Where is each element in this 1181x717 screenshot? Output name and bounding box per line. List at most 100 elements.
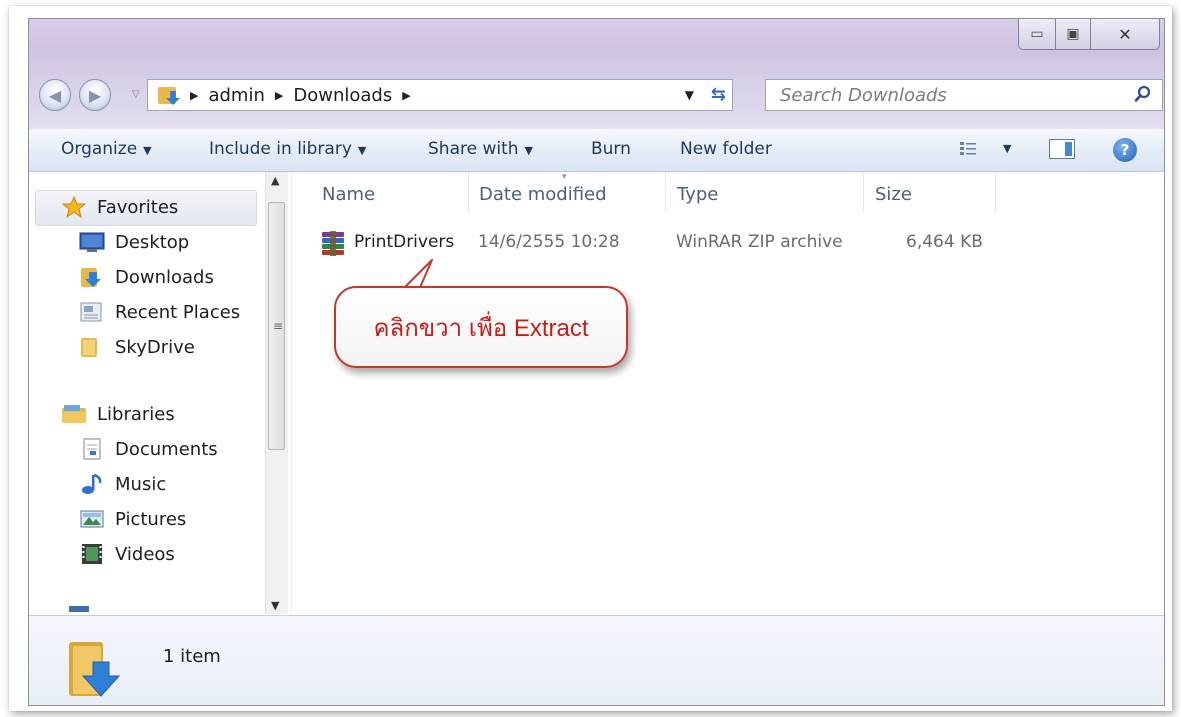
nav-downloads-label: Downloads xyxy=(115,266,214,288)
column-header-size[interactable]: Size xyxy=(875,184,912,205)
callout-text: คลิกขวา เพื่อ Extract xyxy=(373,314,589,342)
instruction-callout: คลิกขวา เพื่อ Extract xyxy=(334,286,628,368)
folder-icon xyxy=(81,338,97,357)
search-box[interactable] xyxy=(765,79,1163,111)
file-date-modified: 14/6/2555 10:28 xyxy=(478,232,620,252)
navigation-pane: Favorites Desktop Downloads Recent Place… xyxy=(29,172,291,614)
chevron-down-icon: ▼ xyxy=(143,144,152,157)
close-button[interactable]: ✕ xyxy=(1091,19,1160,50)
new-folder-button[interactable]: New folder xyxy=(680,139,772,159)
downloads-folder-icon xyxy=(81,268,101,287)
desktop-icon xyxy=(79,232,105,252)
change-view-icon[interactable] xyxy=(959,141,977,157)
nav-skydrive[interactable]: SkyDrive xyxy=(79,336,195,358)
column-divider[interactable] xyxy=(665,172,666,212)
back-button[interactable]: ◀ xyxy=(39,79,71,111)
nav-pictures-label: Pictures xyxy=(115,508,187,530)
column-header-type[interactable]: Type xyxy=(677,184,718,205)
refresh-icon[interactable]: ⇆ xyxy=(711,84,726,105)
maximize-icon: ▣ xyxy=(1066,26,1080,42)
downloads-folder-icon xyxy=(69,642,121,697)
star-icon xyxy=(61,196,87,218)
column-header-name[interactable]: Name xyxy=(322,184,375,205)
title-bar: ▭ ▣ ✕ ◀ ▶ ▽ ▶ admin ▶ Downloads ▶ ▼ ⇆ Se… xyxy=(29,19,1164,129)
caption-buttons: ▭ ▣ ✕ xyxy=(1018,19,1160,51)
nav-videos-label: Videos xyxy=(115,543,175,565)
preview-pane-icon[interactable] xyxy=(1049,139,1075,159)
include-in-library-label: Include in library xyxy=(209,139,352,159)
nav-recent-places[interactable]: Recent Places xyxy=(79,301,240,323)
chevron-down-icon: ▼ xyxy=(357,144,367,157)
file-type: WinRAR ZIP archive xyxy=(676,232,843,252)
address-bar[interactable]: ▶ admin ▶ Downloads ▶ ▼ ⇆ xyxy=(147,79,733,111)
nav-downloads[interactable]: Downloads xyxy=(79,266,214,288)
column-header-date-modified[interactable]: Date modified xyxy=(479,184,607,205)
documents-icon xyxy=(83,438,101,460)
scrollbar-thumb[interactable]: ≡ xyxy=(268,202,285,450)
nav-libraries-label: Libraries xyxy=(97,403,175,425)
command-bar: Organize ▼ Include in library ▼ Share with… xyxy=(29,129,1164,172)
minimize-icon: ▭ xyxy=(1030,26,1044,42)
help-icon[interactable]: ? xyxy=(1113,138,1137,162)
libraries-icon xyxy=(62,405,86,423)
search-input[interactable] xyxy=(778,83,1122,107)
nav-recent-places-label: Recent Places xyxy=(115,301,241,323)
column-divider[interactable] xyxy=(863,172,864,212)
maximize-button[interactable]: ▣ xyxy=(1056,19,1091,50)
file-size: 6,464 KB xyxy=(906,232,983,252)
computer-icon-partial xyxy=(69,606,89,612)
chevron-down-icon: ▼ xyxy=(524,144,533,157)
forward-button[interactable]: ▶ xyxy=(79,79,111,111)
nav-documents-label: Documents xyxy=(115,438,218,460)
nav-skydrive-label: SkyDrive xyxy=(115,336,195,358)
grip-icon: ≡ xyxy=(273,319,284,333)
include-in-library-button[interactable]: Include in library ▼ xyxy=(209,139,366,159)
burn-label: Burn xyxy=(591,139,631,159)
column-divider[interactable] xyxy=(468,172,469,212)
nav-pictures[interactable]: Pictures xyxy=(79,508,186,530)
search-icon[interactable] xyxy=(1134,85,1152,103)
breadcrumb-downloads[interactable]: Downloads xyxy=(293,85,392,106)
new-folder-label: New folder xyxy=(680,139,772,159)
burn-button[interactable]: Burn xyxy=(591,139,631,159)
navigation-row: ◀ ▶ ▽ ▶ admin ▶ Downloads ▶ ▼ ⇆ xyxy=(29,75,1164,115)
chevron-right-icon[interactable]: ▶ xyxy=(190,89,198,102)
nav-favorites[interactable]: Favorites xyxy=(61,196,178,218)
sort-indicator-icon: ▾ xyxy=(562,172,567,182)
nav-libraries[interactable]: Libraries xyxy=(61,403,175,425)
nav-favorites-label: Favorites xyxy=(97,196,179,218)
nav-desktop[interactable]: Desktop xyxy=(79,231,189,253)
file-row[interactable]: PrintDrivers 14/6/2555 10:28 WinRAR ZIP … xyxy=(320,230,983,260)
view-options-dropdown-icon[interactable]: ▼ xyxy=(1003,142,1011,155)
winrar-archive-icon xyxy=(322,231,344,256)
recent-places-icon xyxy=(80,302,102,322)
nav-desktop-label: Desktop xyxy=(115,231,190,253)
nav-documents[interactable]: Documents xyxy=(79,438,218,460)
share-with-button[interactable]: Share with ▼ xyxy=(428,139,533,159)
file-list: ▾ Name Date modified Type Size PrintDriv… xyxy=(292,172,1164,614)
chevron-right-icon[interactable]: ▶ xyxy=(275,89,283,102)
organize-label: Organize xyxy=(61,139,138,159)
minimize-button[interactable]: ▭ xyxy=(1018,19,1056,50)
close-icon: ✕ xyxy=(1118,24,1132,44)
navigation-scrollbar[interactable]: ▲ ≡ ▼ xyxy=(265,172,288,614)
details-pane: 1 item xyxy=(29,615,1164,705)
address-history-dropdown-icon[interactable]: ▼ xyxy=(685,88,694,102)
nav-videos[interactable]: Videos xyxy=(79,543,175,565)
column-divider[interactable] xyxy=(995,172,996,212)
recent-pages-dropdown-icon[interactable]: ▽ xyxy=(132,89,140,100)
back-arrow-icon: ◀ xyxy=(48,85,62,105)
chevron-right-icon[interactable]: ▶ xyxy=(402,89,410,102)
share-with-label: Share with xyxy=(428,139,519,159)
nav-music-label: Music xyxy=(115,473,167,495)
scroll-up-icon[interactable]: ▲ xyxy=(271,174,279,187)
nav-music[interactable]: Music xyxy=(79,473,166,495)
item-count: 1 item xyxy=(163,646,221,667)
breadcrumb-admin[interactable]: admin xyxy=(208,85,264,106)
downloads-folder-icon xyxy=(158,85,180,105)
scroll-down-icon[interactable]: ▼ xyxy=(271,599,279,612)
organize-button[interactable]: Organize ▼ xyxy=(61,139,152,159)
file-name[interactable]: PrintDrivers xyxy=(354,232,454,252)
music-icon xyxy=(82,473,102,494)
forward-arrow-icon: ▶ xyxy=(88,85,102,105)
